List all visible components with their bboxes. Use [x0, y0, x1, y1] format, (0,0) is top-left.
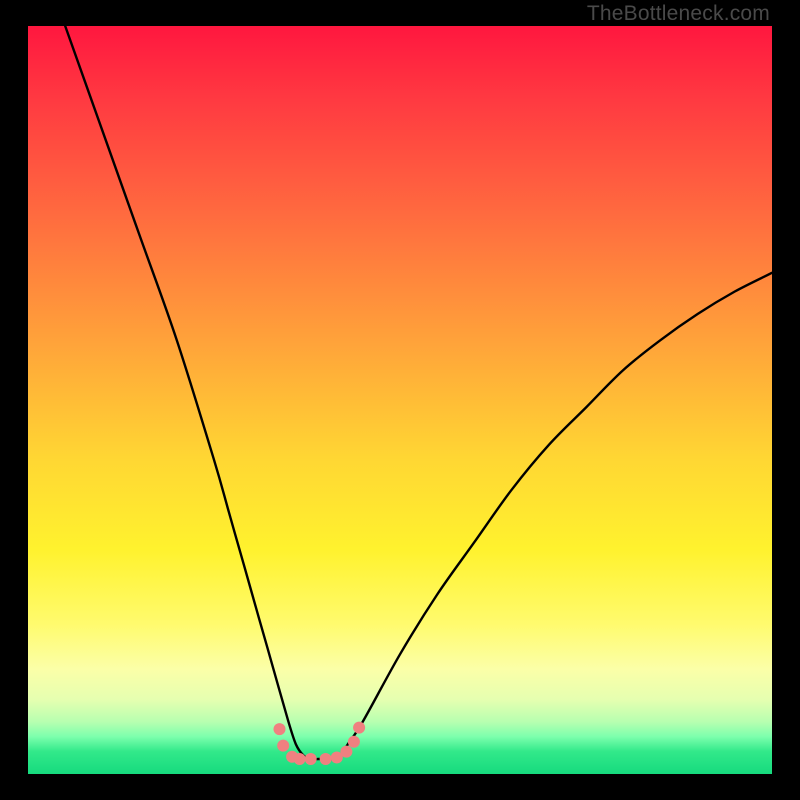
valley-dot: [274, 723, 286, 735]
watermark-text: TheBottleneck.com: [587, 2, 770, 26]
valley-dot: [305, 753, 317, 765]
valley-dot: [353, 722, 365, 734]
valley-dot: [294, 753, 306, 765]
valley-dot: [320, 753, 332, 765]
valley-dot: [340, 746, 352, 758]
outer-frame: TheBottleneck.com: [0, 0, 800, 800]
bottleneck-curve: [65, 26, 772, 759]
valley-dot: [277, 740, 289, 752]
chart-svg: [28, 26, 772, 774]
valley-dot: [348, 736, 360, 748]
